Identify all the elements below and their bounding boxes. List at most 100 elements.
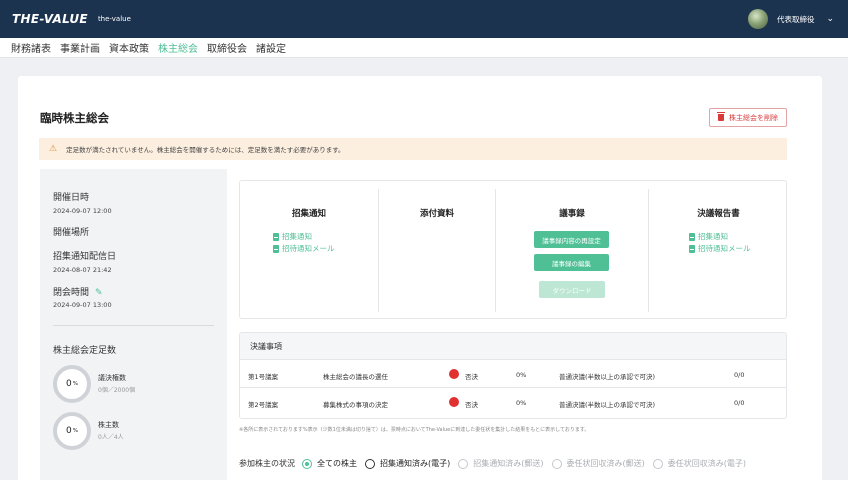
user-menu[interactable]: 代表取締役 ⌄ — [747, 0, 834, 38]
delete-meeting-button[interactable]: 株主総会を削除 — [709, 108, 787, 127]
user-name[interactable]: 代表取締役 — [777, 14, 815, 25]
filter-all-shareholders[interactable]: 全ての株主 — [302, 458, 357, 469]
close-time-row: 閉会時間 ✎ — [53, 285, 103, 298]
filter-proxy-collected-electronic[interactable]: 委任状回収済み(電子) — [652, 458, 746, 469]
report-notice-link[interactable]: 招集通知 — [689, 231, 728, 242]
filter-notice-sent-mail[interactable]: 招集通知済み(郵送) — [458, 458, 544, 469]
minutes-heading: 議事録 — [559, 209, 585, 219]
app-logo[interactable]: THE-VALUE — [12, 12, 88, 26]
file-icon — [689, 244, 695, 253]
shareholders-percent: 0 — [66, 426, 72, 436]
filter-proxy-collected-mail[interactable]: 委任状回収済み(郵送) — [551, 458, 645, 469]
radio-selected-icon[interactable] — [302, 458, 312, 469]
pencil-icon[interactable]: ✎ — [95, 288, 103, 298]
filter-option-label: 全ての株主 — [317, 459, 357, 468]
resolutions-heading: 決議事項 — [240, 333, 786, 360]
approval-percent: 0% — [516, 399, 527, 407]
nav-item-business-plan[interactable]: 事業計画 — [60, 40, 100, 55]
filter-label: 参加株主の状況 — [239, 459, 295, 468]
invite-email-link[interactable]: 招待通知メール — [273, 243, 335, 254]
quorum-label: 株主総会定足数 — [53, 346, 117, 356]
table-row[interactable]: 第1号議案 株主総会の議長の選任 否決 0% 普通決議(半数以上の承認で可決) … — [240, 361, 786, 388]
report-heading: 決議報告書 — [697, 209, 740, 219]
vote-count: 0/0 — [734, 399, 745, 407]
votes-count: 0個／2000個 — [98, 387, 136, 394]
table-row[interactable]: 第2号議案 募集株式の事項の決定 否決 0% 普通決議(半数以上の承認で可決) … — [240, 389, 786, 416]
page-title: 臨時株主総会 — [40, 111, 109, 125]
votes-title: 議決権数 — [98, 374, 126, 382]
nav-item-capital-policy[interactable]: 資本政策 — [109, 40, 149, 55]
chevron-down-icon[interactable]: ⌄ — [826, 14, 834, 24]
radio-icon[interactable] — [652, 458, 663, 469]
filter-option-label: 招集通知済み(郵送) — [473, 459, 544, 468]
meeting-card: 臨時株主総会 株主総会を削除 ⚠ 定足数が満たされていません。株主総会を開催する… — [18, 76, 822, 480]
radio-icon[interactable] — [365, 458, 375, 469]
nav-item-financials[interactable]: 財務諸表 — [11, 40, 51, 55]
resolutions-table: 決議事項 第1号議案 株主総会の議長の選任 否決 0% 普通決議(半数以上の承認… — [239, 332, 787, 419]
proposal-number: 第1号議案 — [248, 373, 279, 381]
notice-date-label: 招集通知配信日 — [53, 252, 117, 262]
file-icon — [689, 232, 695, 241]
close-time-value: 2024-09-07 13:00 — [53, 301, 112, 309]
votes-percent: 0 — [66, 379, 72, 389]
report-email-label: 招待通知メール — [698, 244, 751, 253]
shareholder-status-filter: 参加株主の状況 全ての株主 招集通知済み(電子) 招集通知済み(郵送) 委任状回… — [239, 458, 754, 469]
minutes-column: 議事録 議事録内容の再設定 議事録の編集 ダウンロード — [495, 189, 648, 312]
avatar[interactable] — [747, 9, 768, 29]
file-icon — [273, 232, 279, 241]
proposal-result: 否決 — [465, 373, 478, 381]
notice-link-label: 招集通知 — [282, 232, 312, 241]
proposal-result: 否決 — [465, 401, 478, 409]
notice-date-value: 2024-08-07 21:42 — [53, 266, 112, 274]
shareholders-title: 株主数 — [98, 421, 119, 429]
shareholders-ring: 0% — [53, 412, 91, 450]
top-bar: THE-VALUE the-value 代表取締役 ⌄ — [0, 0, 848, 38]
filter-option-label: 招集通知済み(電子) — [380, 459, 451, 468]
filter-option-label: 委任状回収済み(郵送) — [566, 459, 645, 468]
nav-item-settings[interactable]: 諸設定 — [256, 40, 286, 55]
filter-option-label: 委任状回収済み(電子) — [667, 459, 746, 468]
warning-text: 定足数が満たされていません。株主総会を開催するためには、定足数を満たす必要があり… — [66, 146, 345, 154]
votes-ring: 0% — [53, 365, 91, 403]
notice-column: 招集通知 招集通知 招待通知メール — [240, 189, 378, 312]
divider — [53, 325, 214, 326]
reset-minutes-button[interactable]: 議事録内容の再設定 — [534, 231, 609, 248]
date-value: 2024-09-07 12:00 — [53, 207, 112, 215]
proposal-name: 募集株式の事項の決定 — [323, 401, 388, 409]
meeting-info-panel: 開催日時 2024-09-07 12:00 開催場所 招集通知配信日 2024-… — [40, 169, 227, 480]
report-notice-label: 招集通知 — [698, 232, 728, 241]
footnote: ※各所に表示されております%表示（少数1位未満は切り捨て）は、票時点においてTh… — [239, 427, 590, 433]
proposal-name: 株主総会の議長の選任 — [323, 373, 388, 381]
radio-icon[interactable] — [551, 458, 562, 469]
percent-unit: % — [72, 381, 78, 387]
warning-icon: ⚠ — [49, 144, 58, 154]
approval-percent: 0% — [516, 371, 527, 379]
main-nav: 財務諸表 事業計画 資本政策 株主総会 取締役会 諸設定 — [0, 38, 848, 58]
notice-link[interactable]: 招集通知 — [273, 231, 312, 242]
nav-item-board-meeting[interactable]: 取締役会 — [207, 40, 247, 55]
documents-section: 招集通知 招集通知 招待通知メール 添付資料 議事録 議事録内容の再設定 議事録… — [239, 180, 787, 319]
report-column: 決議報告書 招集通知 招待通知メール — [648, 189, 788, 312]
report-email-link[interactable]: 招待通知メール — [689, 243, 751, 254]
edit-minutes-button[interactable]: 議事録の編集 — [534, 254, 609, 271]
delete-meeting-label: 株主総会を削除 — [729, 113, 778, 122]
date-label: 開催日時 — [53, 193, 90, 203]
place-label: 開催場所 — [53, 228, 90, 238]
filter-notice-sent-electronic[interactable]: 招集通知済み(電子) — [365, 458, 450, 469]
trash-icon — [717, 112, 725, 121]
resolution-rule: 普通決議(半数以上の承認で可決) — [559, 401, 656, 409]
radio-icon[interactable] — [458, 458, 469, 469]
file-icon — [273, 244, 279, 253]
company-name: the-value — [97, 15, 131, 23]
notice-heading: 招集通知 — [291, 209, 326, 219]
close-time-label: 閉会時間 — [53, 288, 90, 298]
rejected-status-dot — [449, 369, 459, 379]
nav-item-shareholders-meeting[interactable]: 株主総会 — [158, 40, 198, 55]
download-button[interactable]: ダウンロード — [539, 281, 605, 298]
attachments-column: 添付資料 — [378, 189, 495, 312]
quorum-warning-banner: ⚠ 定足数が満たされていません。株主総会を開催するためには、定足数を満たす必要が… — [39, 138, 787, 160]
percent-unit: % — [72, 428, 78, 434]
shareholders-count: 0人／4人 — [98, 434, 124, 441]
vote-count: 0/0 — [734, 371, 745, 379]
proposal-number: 第2号議案 — [248, 401, 279, 409]
